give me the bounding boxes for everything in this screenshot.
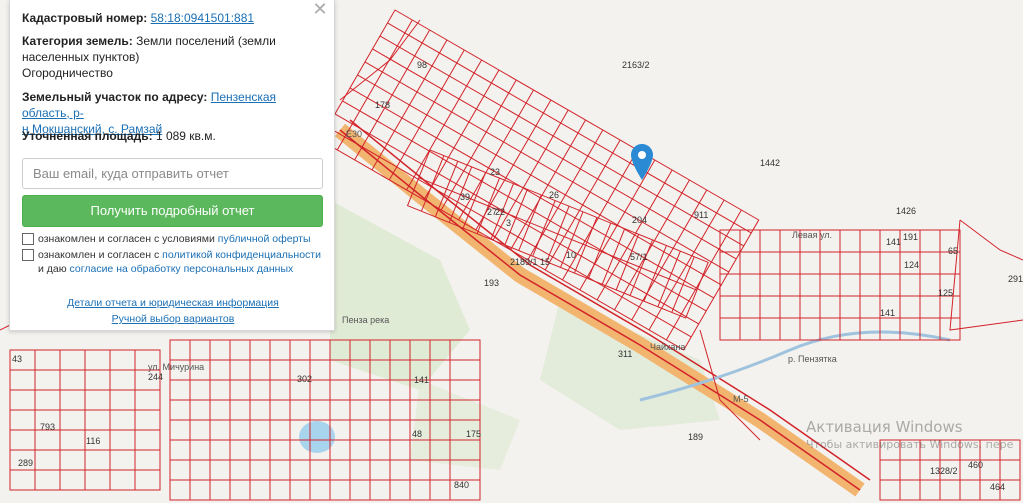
parcel-number-label: 911 [694,210,708,220]
land-category-row: Категория земель: Земли поселений (земли… [22,33,322,81]
privacy-consent-checkbox[interactable] [22,249,34,261]
area-row: Уточненная площадь: 1 089 кв.м. [22,128,322,144]
cadastral-label: Кадастровый номер: [22,11,148,25]
land-category-value-2: населенных пунктов) [22,50,140,64]
privacy-policy-link[interactable]: политикой конфиденциальности [162,249,321,261]
parcel-number-label: 141 [880,308,895,318]
parcel-number-label: 204 [632,215,647,225]
parcel-number-label: 302 [297,374,312,384]
road-label: ул. Мичурина [148,362,204,372]
parcel-number-label: 26 [549,190,559,200]
parcel-number-label: 840 [454,480,469,490]
parcel-number-label: 1442 [760,158,780,168]
area-value: 1 089 кв.м. [155,129,216,143]
manual-selection-link[interactable]: Ручной выбор вариантов [10,313,336,325]
cadastral-number-link[interactable]: 58:18:0941501:881 [151,11,254,25]
parcel-number-label: 191 [903,232,918,242]
map-pin-icon[interactable] [631,144,653,185]
parcel-number-label: 1328/2 [930,466,958,476]
parcel-number-label: 141 [414,375,429,385]
parcel-info-panel: ✕ Кадастровый номер: 58:18:0941501:881 К… [9,0,335,331]
personal-data-consent-link[interactable]: согласие на обработку персональных данны… [70,263,294,275]
road-label: Чайхана [650,342,685,352]
area-label: Уточненная площадь: [22,129,153,143]
parcel-number-label: 178 [375,100,390,110]
parcel-number-label: 48 [412,429,422,439]
parcel-number-label: 57/1 [630,252,648,262]
parcel-number-label: 793 [40,422,55,432]
email-input[interactable] [22,158,323,189]
offer-consent-text: ознакомлен и согласен с условиями [38,233,215,245]
parcel-number-label: 22 [495,207,505,217]
report-details-link[interactable]: Детали отчета и юридическая информация [10,297,336,309]
parcel-number-label: 244 [148,372,163,382]
get-report-button[interactable]: Получить подробный отчет [22,195,323,227]
road-label: Пенза река [342,315,389,325]
offer-consent-checkbox[interactable] [22,233,34,245]
land-category-label: Категория земель: [22,34,133,48]
parcel-number-label: 39 [460,192,470,202]
parcel-number-label: 10 [566,250,576,260]
parcel-number-label: 98 [417,60,427,70]
parcel-number-label: 193 [484,278,499,288]
parcel-number-label: 43 [12,354,22,364]
road-label: M-5 [733,394,749,404]
land-category-value-1: Земли поселений (земли [136,34,276,48]
parcel-number-label: 65 [948,246,958,256]
parcel-number-label: 125 [938,288,953,298]
parcel-number-label: 464 [990,482,1005,492]
parcel-number-label: 2163/2 [622,60,650,70]
privacy-consent-text: ознакомлен и согласен с [38,249,160,261]
privacy-consent-text-2: и даю [38,263,67,275]
parcel-number-label: 289 [18,458,33,468]
parcel-number-label: 124 [904,260,919,270]
parcel-number-label: 291 [1008,274,1023,284]
parcel-number-label: 141 [886,237,901,247]
parcel-number-label: 15 [540,257,550,267]
parcel-number-label: 311 [618,349,632,359]
parcel-number-label: 116 [86,436,100,446]
address-label: Земельный участок по адресу: [22,90,208,104]
parcel-number-label: 460 [968,460,983,470]
parcel-number-label: 2189/1 [510,257,538,267]
cadastral-number-row: Кадастровый номер: 58:18:0941501:881 [22,10,322,26]
road-label: E30 [346,129,362,139]
road-label: Левая ул. [792,230,832,240]
windows-activation-subtitle: Чтобы активировать Windows, пере [806,438,1014,451]
parcel-number-label: 175 [466,429,481,439]
parcel-number-label: 3 [506,218,511,228]
land-use-value: Огородничество [22,66,113,80]
public-offer-link[interactable]: публичной оферты [218,233,311,245]
road-label: р. Пензятка [788,354,837,364]
parcel-number-label: 23 [490,167,500,177]
parcel-number-label: 1426 [896,206,916,216]
windows-activation-title: Активация Windows [806,418,963,436]
parcel-number-label: 189 [688,432,703,442]
